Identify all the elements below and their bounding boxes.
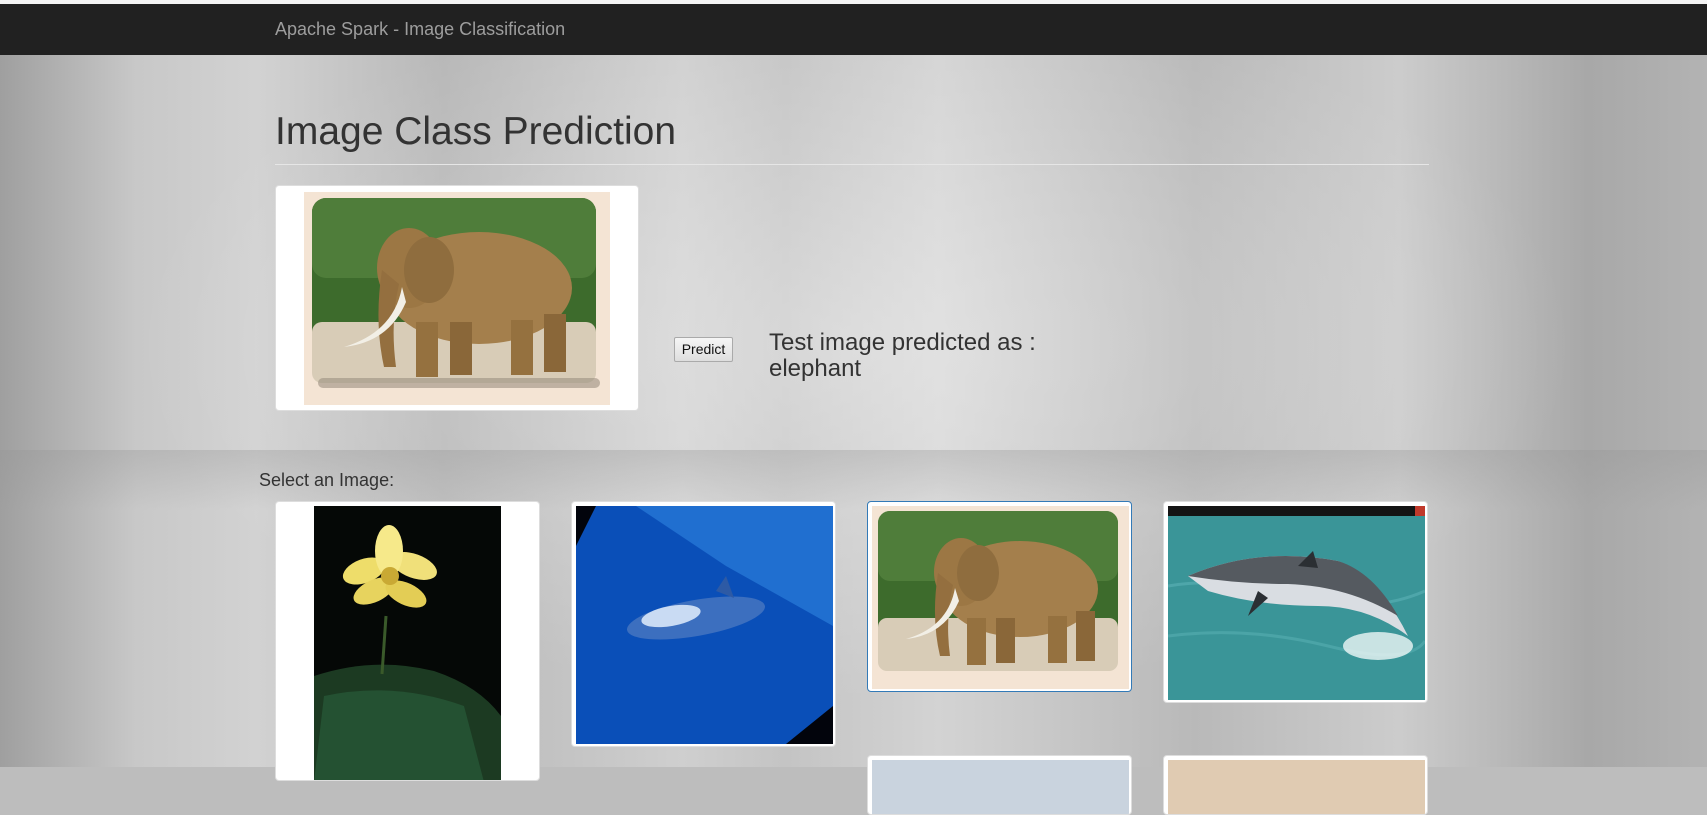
predict-button[interactable]: Predict: [674, 337, 733, 362]
gallery-item-elephant[interactable]: [867, 501, 1132, 692]
gallery-item-lotus[interactable]: [275, 501, 540, 781]
title-divider: [275, 164, 1429, 165]
elephant-photo: [872, 506, 1129, 689]
navbar: Apache Spark - Image Classification: [0, 4, 1707, 55]
result-value: elephant: [769, 355, 862, 382]
navbar-brand[interactable]: Apache Spark - Image Classification: [275, 19, 565, 40]
elephant-photo: [304, 192, 610, 405]
gallery-item-beach[interactable]: [1163, 755, 1428, 815]
result-prefix: Test image predicted as :: [769, 329, 1036, 356]
lotus-flower-photo: [314, 506, 501, 780]
page-title: Image Class Prediction: [275, 110, 677, 153]
select-image-label: Select an Image:: [259, 470, 395, 490]
background-band: [0, 450, 1707, 510]
page-background: [0, 0, 1707, 767]
gallery-item-sky[interactable]: [867, 755, 1132, 815]
dolphin-underwater-photo: [576, 506, 833, 744]
gallery-item-dolphin-underwater[interactable]: [571, 501, 836, 747]
beach-photo: [1168, 760, 1425, 814]
dolphin-jumping-photo: [1168, 506, 1425, 700]
gallery-item-dolphin-jumping[interactable]: [1163, 501, 1428, 703]
sky-photo: [872, 760, 1129, 814]
prediction-result: Test image predicted as : elephant: [769, 330, 1089, 382]
preview-image-frame: [275, 185, 639, 411]
